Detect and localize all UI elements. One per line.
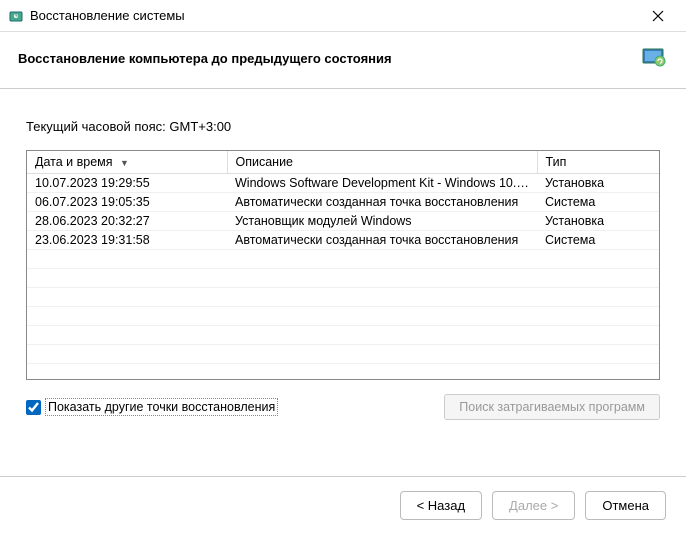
cell-desc: Автоматически созданная точка восстановл… <box>227 231 537 250</box>
titlebar: Восстановление системы <box>0 0 686 32</box>
table-row-empty <box>27 364 659 381</box>
content-area: Текущий часовой пояс: GMT+3:00 Дата и вр… <box>0 89 686 432</box>
table-row-empty <box>27 345 659 364</box>
next-button: Далее > <box>492 491 575 520</box>
table-row[interactable]: 28.06.2023 20:32:27 Установщик модулей W… <box>27 212 659 231</box>
cell-desc: Автоматически созданная точка восстановл… <box>227 193 537 212</box>
cell-date: 23.06.2023 19:31:58 <box>27 231 227 250</box>
cell-date: 28.06.2023 20:32:27 <box>27 212 227 231</box>
show-more-checkbox[interactable] <box>26 400 41 415</box>
table-row-empty <box>27 269 659 288</box>
show-more-checkbox-wrap[interactable]: Показать другие точки восстановления <box>26 398 278 416</box>
table-row-empty <box>27 250 659 269</box>
cell-desc: Windows Software Development Kit - Windo… <box>227 174 537 193</box>
cell-type: Установка <box>537 174 659 193</box>
cell-type: Система <box>537 231 659 250</box>
cell-date: 06.07.2023 19:05:35 <box>27 193 227 212</box>
restore-monitor-icon <box>640 44 668 72</box>
show-more-label[interactable]: Показать другие точки восстановления <box>45 398 278 416</box>
close-button[interactable] <box>638 2 678 30</box>
column-header-description[interactable]: Описание <box>227 151 537 174</box>
table-row[interactable]: 10.07.2023 19:29:55 Windows Software Dev… <box>27 174 659 193</box>
cancel-button[interactable]: Отмена <box>585 491 666 520</box>
table-row-empty <box>27 326 659 345</box>
cell-type: Установка <box>537 212 659 231</box>
column-header-type[interactable]: Тип <box>537 151 659 174</box>
system-restore-icon <box>8 8 24 24</box>
cell-desc: Установщик модулей Windows <box>227 212 537 231</box>
header-section: Восстановление компьютера до предыдущего… <box>0 32 686 89</box>
table-row-empty <box>27 307 659 326</box>
column-header-date[interactable]: Дата и время ▼ <box>27 151 227 174</box>
scan-affected-button: Поиск затрагиваемых программ <box>444 394 660 420</box>
page-title: Восстановление компьютера до предыдущего… <box>18 51 640 66</box>
options-row: Показать другие точки восстановления Пои… <box>26 394 660 420</box>
back-button[interactable]: < Назад <box>400 491 482 520</box>
cell-date: 10.07.2023 19:29:55 <box>27 174 227 193</box>
table-row[interactable]: 06.07.2023 19:05:35 Автоматически создан… <box>27 193 659 212</box>
sort-desc-icon: ▼ <box>120 158 129 168</box>
table-row[interactable]: 23.06.2023 19:31:58 Автоматически создан… <box>27 231 659 250</box>
table-row-empty <box>27 288 659 307</box>
column-header-date-label: Дата и время <box>35 155 113 169</box>
cell-type: Система <box>537 193 659 212</box>
timezone-label: Текущий часовой пояс: GMT+3:00 <box>26 119 660 134</box>
restore-points-table[interactable]: Дата и время ▼ Описание Тип 10.07.2023 1… <box>26 150 660 380</box>
close-icon <box>652 10 664 22</box>
footer: < Назад Далее > Отмена <box>0 476 686 534</box>
window-title: Восстановление системы <box>30 8 638 23</box>
